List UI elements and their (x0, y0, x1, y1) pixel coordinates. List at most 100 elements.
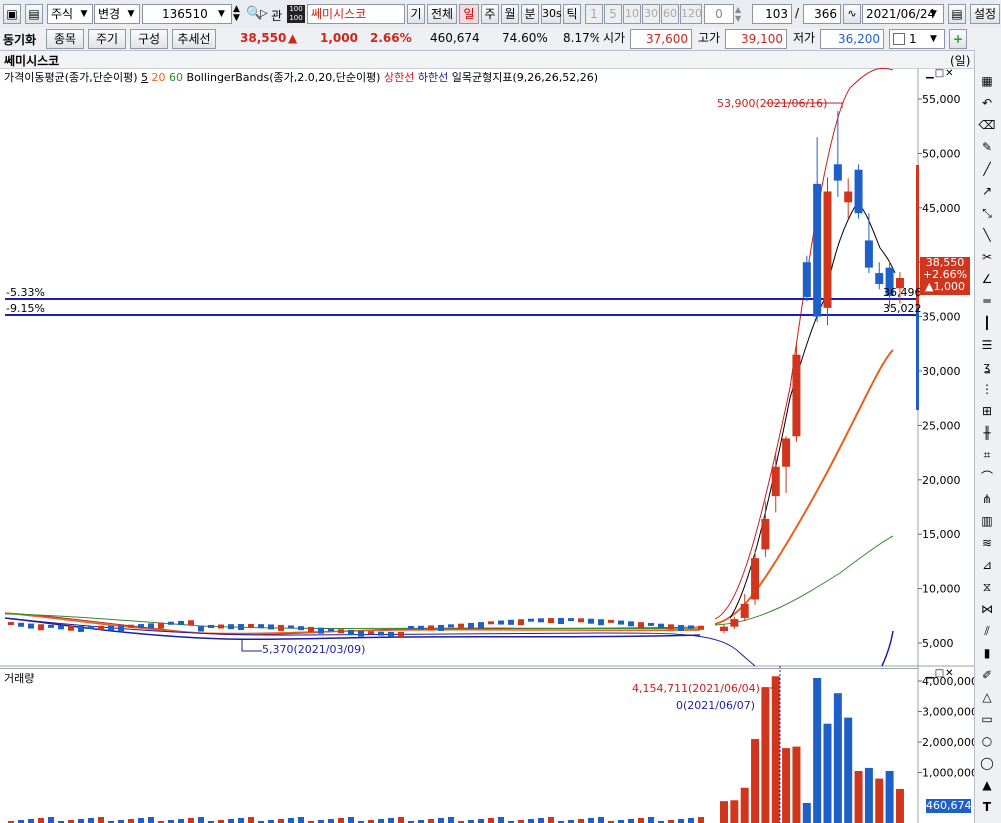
period-button-tick[interactable]: 틱 (563, 4, 581, 24)
interval-button-1[interactable]: 1 (585, 4, 603, 24)
chevron-down-icon[interactable]: ▼ (930, 30, 944, 48)
fibonacci-icon[interactable]: ⋮ (978, 380, 996, 398)
horizontal-line-icon[interactable]: ═ (978, 292, 996, 310)
triangle-icon[interactable]: △ (978, 688, 996, 706)
ray-icon[interactable]: ⤡ (978, 204, 996, 222)
speed-line-icon[interactable]: ≋ (978, 534, 996, 552)
history-volume-bar (698, 817, 704, 823)
history-candle (288, 625, 294, 629)
compose-button[interactable]: 구성 (130, 29, 168, 49)
save-icon[interactable]: ▤ (948, 4, 966, 24)
period-button-0[interactable]: 기 (407, 4, 425, 24)
arc-icon[interactable]: ⌒ (978, 468, 996, 486)
vertical-line-icon[interactable]: ┃ (978, 314, 996, 332)
interval-button-10[interactable]: 10 (623, 4, 641, 24)
period-button[interactable]: 주기 (88, 29, 126, 49)
interval-button-30[interactable]: 30 (642, 4, 660, 24)
fan-icon[interactable]: ⌗ (978, 446, 996, 464)
chart-title-bar: 쎄미시스코 (일) (0, 51, 1001, 69)
undo-icon[interactable]: ↶ (978, 94, 996, 112)
stepper-icon[interactable]: ▲ ▼ (233, 5, 245, 23)
period-line-icon[interactable]: ╫ (978, 424, 996, 442)
stepper-icon[interactable]: ▲ ▼ (735, 5, 747, 23)
pen-icon[interactable]: ✐ (978, 666, 996, 684)
parallel-icon[interactable]: ⫽ (978, 622, 996, 640)
related-label[interactable]: 관 (271, 7, 282, 24)
period-button-30s[interactable]: 30s (541, 4, 562, 24)
text-icon[interactable]: T (978, 798, 996, 816)
pitchfork-icon[interactable]: ⋔ (978, 490, 996, 508)
interval-button-5[interactable]: 5 (604, 4, 622, 24)
chevron-down-icon[interactable]: ▼ (76, 5, 92, 23)
custom-interval-input[interactable]: 0 (704, 4, 734, 24)
ellipse-icon[interactable]: ◯ (978, 754, 996, 772)
grid-icon[interactable]: ▥ (978, 512, 996, 530)
history-volume-bar (678, 819, 684, 823)
history-volume-bar (328, 819, 334, 823)
chevron-down-icon[interactable]: ▼ (930, 5, 944, 23)
period-button-daily[interactable]: 일 (459, 4, 479, 24)
history-volume-bar (388, 818, 394, 823)
cycle-icon[interactable]: ⧖ (978, 578, 996, 596)
channel-icon[interactable]: ☰ (978, 336, 996, 354)
history-volume-bar (298, 817, 304, 823)
display-count-input[interactable]: 103 (752, 4, 792, 24)
history-candle (398, 631, 404, 638)
interval-button-120[interactable]: 120 (680, 4, 702, 24)
volume-bar (720, 801, 728, 823)
history-volume-bar (348, 817, 354, 823)
circle-icon[interactable]: ○ (978, 732, 996, 750)
wave-icon[interactable]: ⋈ (978, 600, 996, 618)
chevron-down-icon[interactable]: ▼ (123, 5, 139, 23)
crosshair-icon[interactable]: ▦ (978, 72, 996, 90)
history-candle (298, 626, 304, 631)
period-button-1[interactable]: 전체 (427, 4, 457, 24)
chart-canvas[interactable]: 55,00050,00045,00040,00035,00030,00025,0… (0, 68, 975, 823)
zigzag-icon[interactable]: ʓ (978, 358, 996, 376)
add-icon[interactable]: + (949, 29, 967, 49)
history-candle (438, 624, 444, 631)
trendline-1-pct: -5.33% (6, 286, 45, 299)
quote-icon[interactable]: 100 100 (287, 5, 305, 23)
period-button-monthly[interactable]: 월 (501, 4, 519, 24)
history-volume-bar (588, 818, 594, 823)
trendline-2-value: 35,022 (883, 302, 922, 315)
trendline-button[interactable]: 추세선 (172, 29, 216, 49)
pencil-icon[interactable]: ✎ (978, 138, 996, 156)
history-candle (528, 618, 534, 622)
up-marker-icon[interactable]: ▲ (978, 776, 996, 794)
low-annotation: 5,370(2021/03/09) (262, 643, 366, 656)
settings-button[interactable]: 설정 (970, 4, 1000, 24)
diagonal-icon[interactable]: ╲ (978, 226, 996, 244)
history-candle (388, 631, 394, 637)
eraser-icon[interactable]: ⌫ (978, 116, 996, 134)
regression-icon[interactable]: ⊿ (978, 556, 996, 574)
current-volume-tag: 460,674 (926, 799, 972, 813)
history-candle (228, 624, 234, 630)
history-candle (538, 618, 544, 623)
history-candle (178, 620, 184, 625)
history-volume-bar (548, 817, 554, 823)
volume-bar (802, 803, 811, 823)
window-icon[interactable]: ▣ (3, 4, 21, 24)
history-candle (98, 625, 104, 630)
history-candle (48, 624, 54, 628)
period-button-weekly[interactable]: 주 (481, 4, 499, 24)
period-button-minute[interactable]: 분 (521, 4, 539, 24)
arrow-line-icon[interactable]: ↗ (978, 182, 996, 200)
tool-icon[interactable]: ✂ (978, 248, 996, 266)
angle-icon[interactable]: ∠ (978, 270, 996, 288)
chevron-down-icon[interactable]: ▼ (218, 5, 232, 23)
search-icon[interactable]: 🔍 (246, 5, 262, 23)
bars-icon[interactable]: ▮ (978, 644, 996, 662)
line-icon[interactable]: ╱ (978, 160, 996, 178)
candle-body (792, 354, 801, 437)
stock-button[interactable]: 종목 (46, 29, 84, 49)
rectangle-icon[interactable]: ▭ (978, 710, 996, 728)
chart-type-icon[interactable]: ∿ (843, 4, 861, 24)
interval-button-60[interactable]: 60 (661, 4, 679, 24)
gann-icon[interactable]: ⊞ (978, 402, 996, 420)
layout-icon[interactable]: ▤ (25, 4, 43, 24)
turnover-ratio: 8.17% (563, 31, 602, 45)
history-candle (138, 624, 144, 629)
